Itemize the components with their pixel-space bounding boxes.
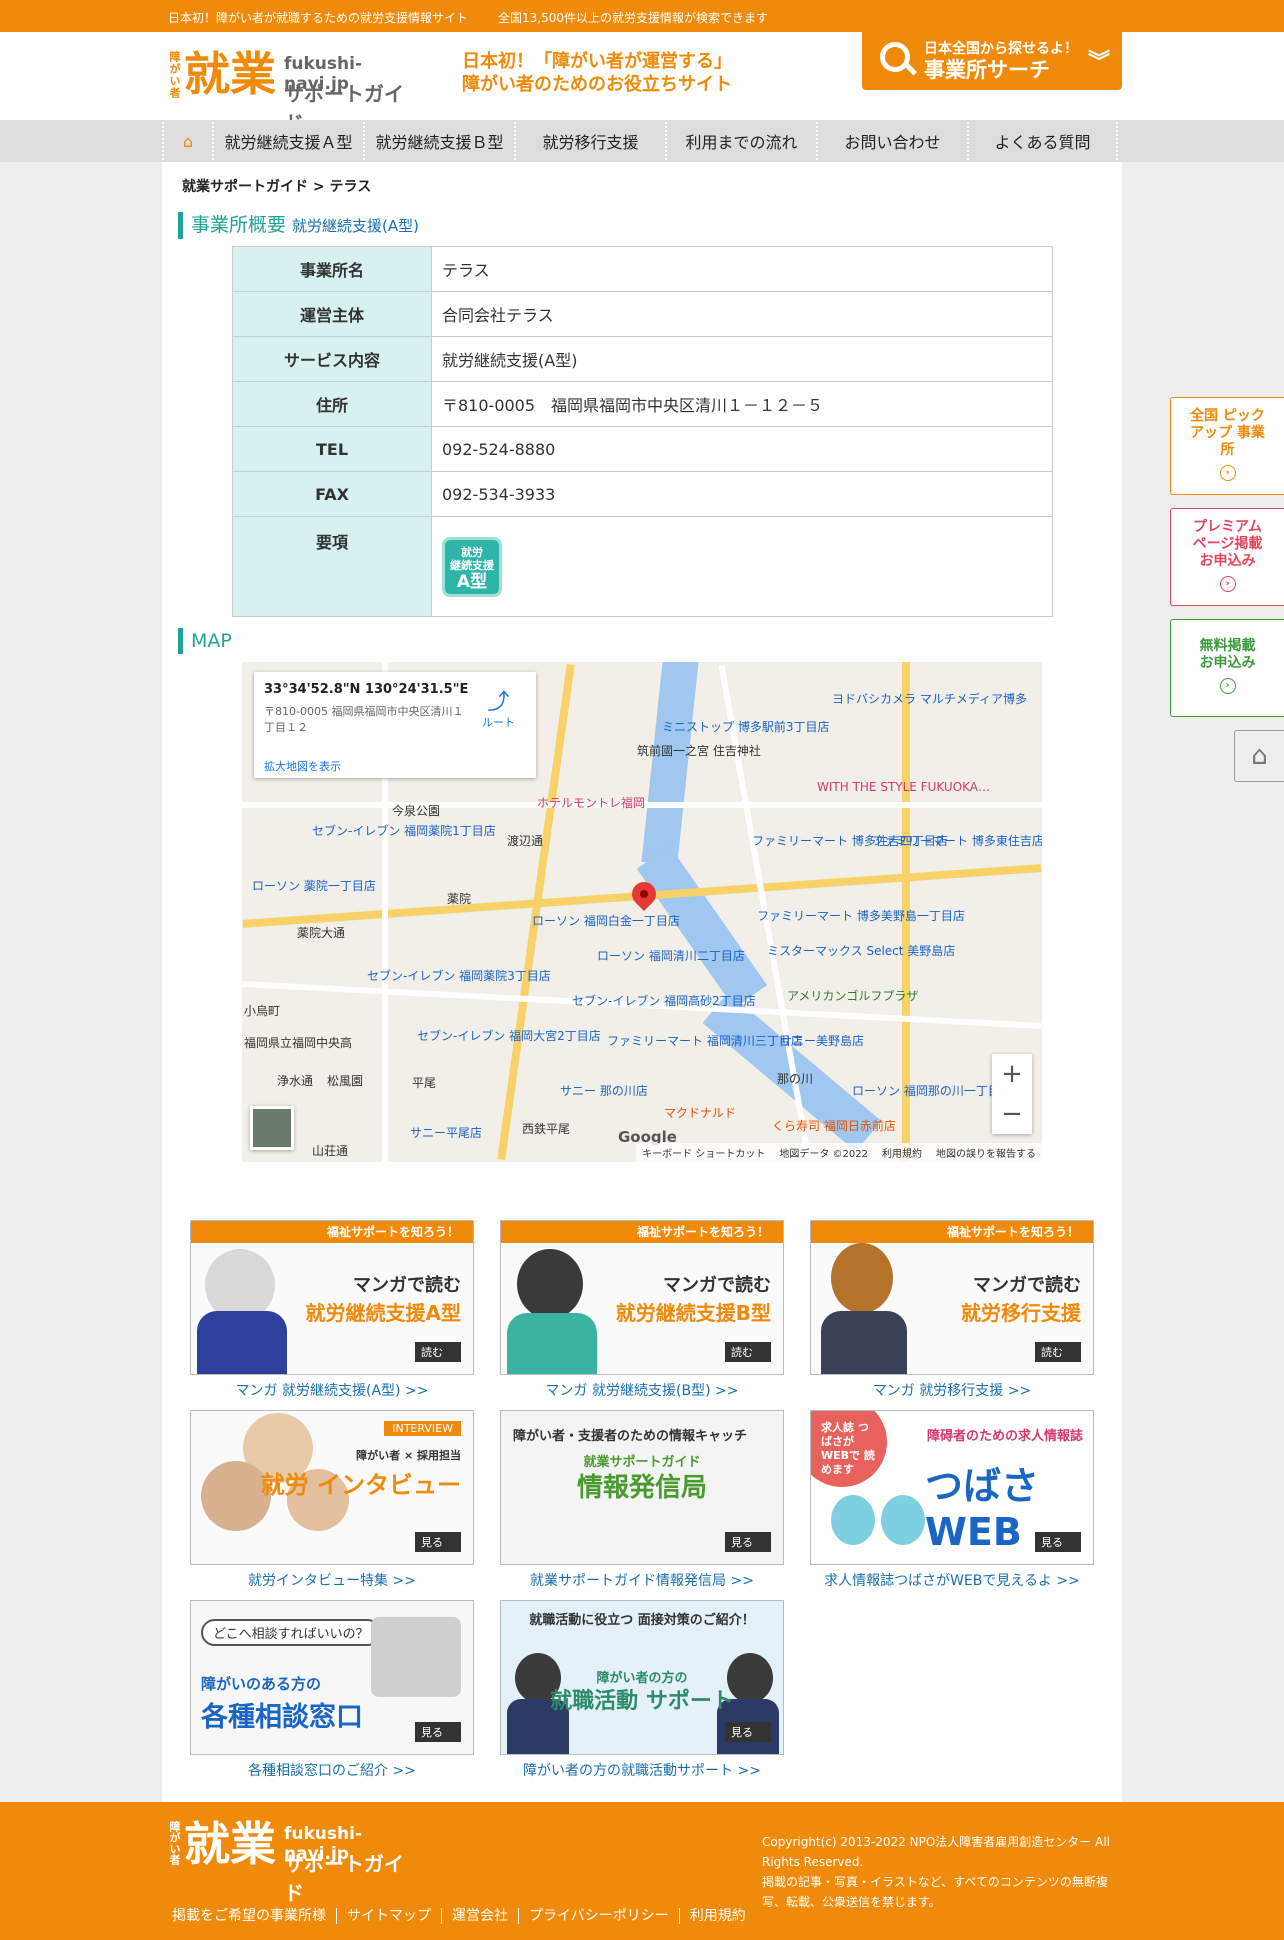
banner-consultation[interactable]: どこへ相談すればいいの？ 障がいのある方の 各種相談窓口 見る 各種相談窓口のご…	[190, 1600, 474, 1780]
phone-illustration	[371, 1617, 461, 1697]
table-row: 運営主体 合同会社テラス	[232, 291, 1053, 337]
a-type-badge: 就労 継続支援 A型	[442, 536, 502, 597]
directions-button[interactable]: ⤴ ルート	[482, 692, 515, 730]
footer-logo[interactable]: 障がい者 就業 fukushi-navi.jp サポートガイド	[166, 1817, 416, 1905]
zoom-in-button[interactable]: +	[992, 1054, 1032, 1094]
table-row: サービス内容 就労継続支援(A型)	[232, 336, 1053, 382]
main-nav: ⌂ 就労継続支援Ａ型 就労継続支援Ｂ型 就労移行支援 利用までの流れ お問い合わ…	[0, 120, 1284, 162]
office-search-button[interactable]: 日本全国から探せるよ！ 事業所サーチ ︾	[862, 32, 1122, 90]
map-footer: キーボード ショートカット 地図データ ©2022 利用規約 地図の誤りを報告す…	[636, 1143, 1042, 1162]
table-row: FAX 092-534-3933	[232, 471, 1053, 517]
map-data-text: 地図データ ©2022	[779, 1149, 868, 1160]
premium-apply-button[interactable]: プレミアム ページ掲載 お申込み ›	[1170, 508, 1284, 606]
home-icon: ⌂	[182, 131, 194, 151]
keyboard-shortcuts-link[interactable]: キーボード ショートカット	[642, 1145, 765, 1160]
footer: 障がい者 就業 fukushi-navi.jp サポートガイド 掲載をご希望の事…	[0, 1802, 1284, 1940]
banner-manga-transition[interactable]: 福祉サポートを知ろう！ マンガで読む 就労移行支援 読む マンガ 就労移行支援 …	[810, 1220, 1094, 1400]
site-description: 日本初！障がい者が就職するための就労支援情報サイト	[168, 11, 469, 25]
character-illustration	[517, 1249, 583, 1319]
back-to-home-button[interactable]: ⌂	[1234, 730, 1284, 782]
table-row: 要項 就労 継続支援 A型	[232, 516, 1053, 617]
nav-item-contact[interactable]: お問い合わせ	[816, 122, 967, 160]
footer-link-privacy[interactable]: プライバシーポリシー	[518, 1908, 679, 1924]
footer-link-terms[interactable]: 利用規約	[678, 1908, 756, 1924]
nav-item-faq[interactable]: よくある質問	[967, 122, 1118, 160]
map-info-box: 33°34'52.8"N 130°24'31.5"E 〒810-0005 福岡県…	[254, 672, 536, 778]
search-icon	[880, 42, 910, 72]
bird-mascot-icon	[831, 1495, 875, 1545]
table-row: TEL 092-524-8880	[232, 426, 1053, 472]
pickup-offices-button[interactable]: 全国 ピックアップ 事業所 ›	[1170, 397, 1284, 495]
free-listing-button[interactable]: 無料掲載 お申込み ›	[1170, 619, 1284, 717]
site-count-text: 全国13,500件以上の就労支援情報が検索できます	[498, 11, 768, 25]
directions-icon: ⤴	[487, 690, 510, 715]
footer-link-company[interactable]: 運営会社	[441, 1908, 518, 1924]
footer-links: 掲載をご希望の事業所様 サイトマップ 運営会社 プライバシーポリシー 利用規約	[172, 1908, 756, 1924]
banner-job-hunting[interactable]: 就職活動に役立つ 面接対策のご紹介！ 障がい者の方の 就職活動 サポート 見る …	[500, 1600, 784, 1780]
zoom-controls: + −	[992, 1054, 1032, 1134]
map-heading: MAP	[178, 628, 232, 654]
banner-interview[interactable]: INTERVIEW 障がい者 × 採用担当 就労 インタビュー 見る 就労インタ…	[190, 1410, 474, 1590]
chevron-down-icon: ︾	[1087, 50, 1110, 75]
nav-item-b-type[interactable]: 就労継続支援Ｂ型	[363, 122, 514, 160]
nav-item-transition[interactable]: 就労移行支援	[514, 122, 665, 160]
table-row: 事業所名 テラス	[232, 246, 1053, 292]
satellite-toggle[interactable]	[250, 1106, 294, 1150]
banner-manga-a[interactable]: 福祉サポートを知ろう！ マンガで読む 就労継続支援A型 読む マンガ 就労継続支…	[190, 1220, 474, 1400]
report-error-link[interactable]: 地図の誤りを報告する	[936, 1145, 1036, 1160]
chevron-right-icon: ›	[1219, 465, 1236, 481]
terms-link[interactable]: 利用規約	[882, 1145, 922, 1160]
character-illustration	[831, 1243, 893, 1313]
google-map[interactable]: ミニストップ 博多駅前3丁目店 ヨドバシカメラ マルチメディア博多 筑前國一之宮…	[242, 662, 1042, 1162]
copyright: Copyright(c) 2013-2022 NPO法人障害者雇用創造センター …	[762, 1835, 1110, 1909]
breadcrumb[interactable]: 就業サポートガイド > テラス	[182, 176, 371, 196]
banner-manga-b[interactable]: 福祉サポートを知ろう！ マンガで読む 就労継続支援B型 読む マンガ 就労継続支…	[500, 1220, 784, 1400]
footer-link-sitemap[interactable]: サイトマップ	[336, 1908, 441, 1924]
site-logo[interactable]: 障がい者 就業 fukushi-navi.jp サポートガイド	[166, 47, 416, 135]
overview-heading: 事業所概要 就労継続支援(A型)	[178, 212, 419, 239]
bird-mascot-icon	[881, 1495, 925, 1545]
chevron-right-icon: ›	[1219, 678, 1236, 694]
zoom-out-button[interactable]: −	[992, 1094, 1032, 1134]
nav-item-flow[interactable]: 利用までの流れ	[665, 122, 816, 160]
nav-item-a-type[interactable]: 就労継続支援Ａ型	[212, 122, 363, 160]
top-bar: 日本初！障がい者が就職するための就労支援情報サイト 全国13,500件以上の就労…	[0, 0, 1284, 32]
banner-info-station[interactable]: 障がい者・支援者のための情報キャッチ 就業サポートガイド 情報発信局 見る 就業…	[500, 1410, 784, 1590]
office-info-table: 事業所名 テラス 運営主体 合同会社テラス サービス内容 就労継続支援(A型) 住所〒…	[232, 246, 1053, 617]
main-content: 就業サポートガイド > テラス 事業所概要 就労継続支援(A型) 事業所名 テラス …	[162, 162, 1122, 1802]
home-icon: ⌂	[1251, 741, 1268, 771]
footer-link-listing[interactable]: 掲載をご希望の事業所様	[172, 1908, 336, 1924]
chevron-right-icon: ›	[1219, 576, 1236, 592]
banner-tsubasa-web[interactable]: 求人誌 つばさが WEBで 読めます 障碍者のための求人情報誌 つばさ WEB …	[810, 1410, 1094, 1590]
tagline: 日本初！「障がい者が運営する」 障がい者のためのお役立ちサイト	[462, 51, 732, 95]
view-larger-map-link[interactable]: 拡大地図を表示	[264, 758, 341, 774]
table-row: 住所 〒810-0005 福岡県福岡市中央区清川１－１２－５	[232, 381, 1053, 427]
nav-home[interactable]: ⌂	[162, 122, 212, 160]
header: 障がい者 就業 fukushi-navi.jp サポートガイド 日本初！「障がい…	[0, 32, 1284, 135]
